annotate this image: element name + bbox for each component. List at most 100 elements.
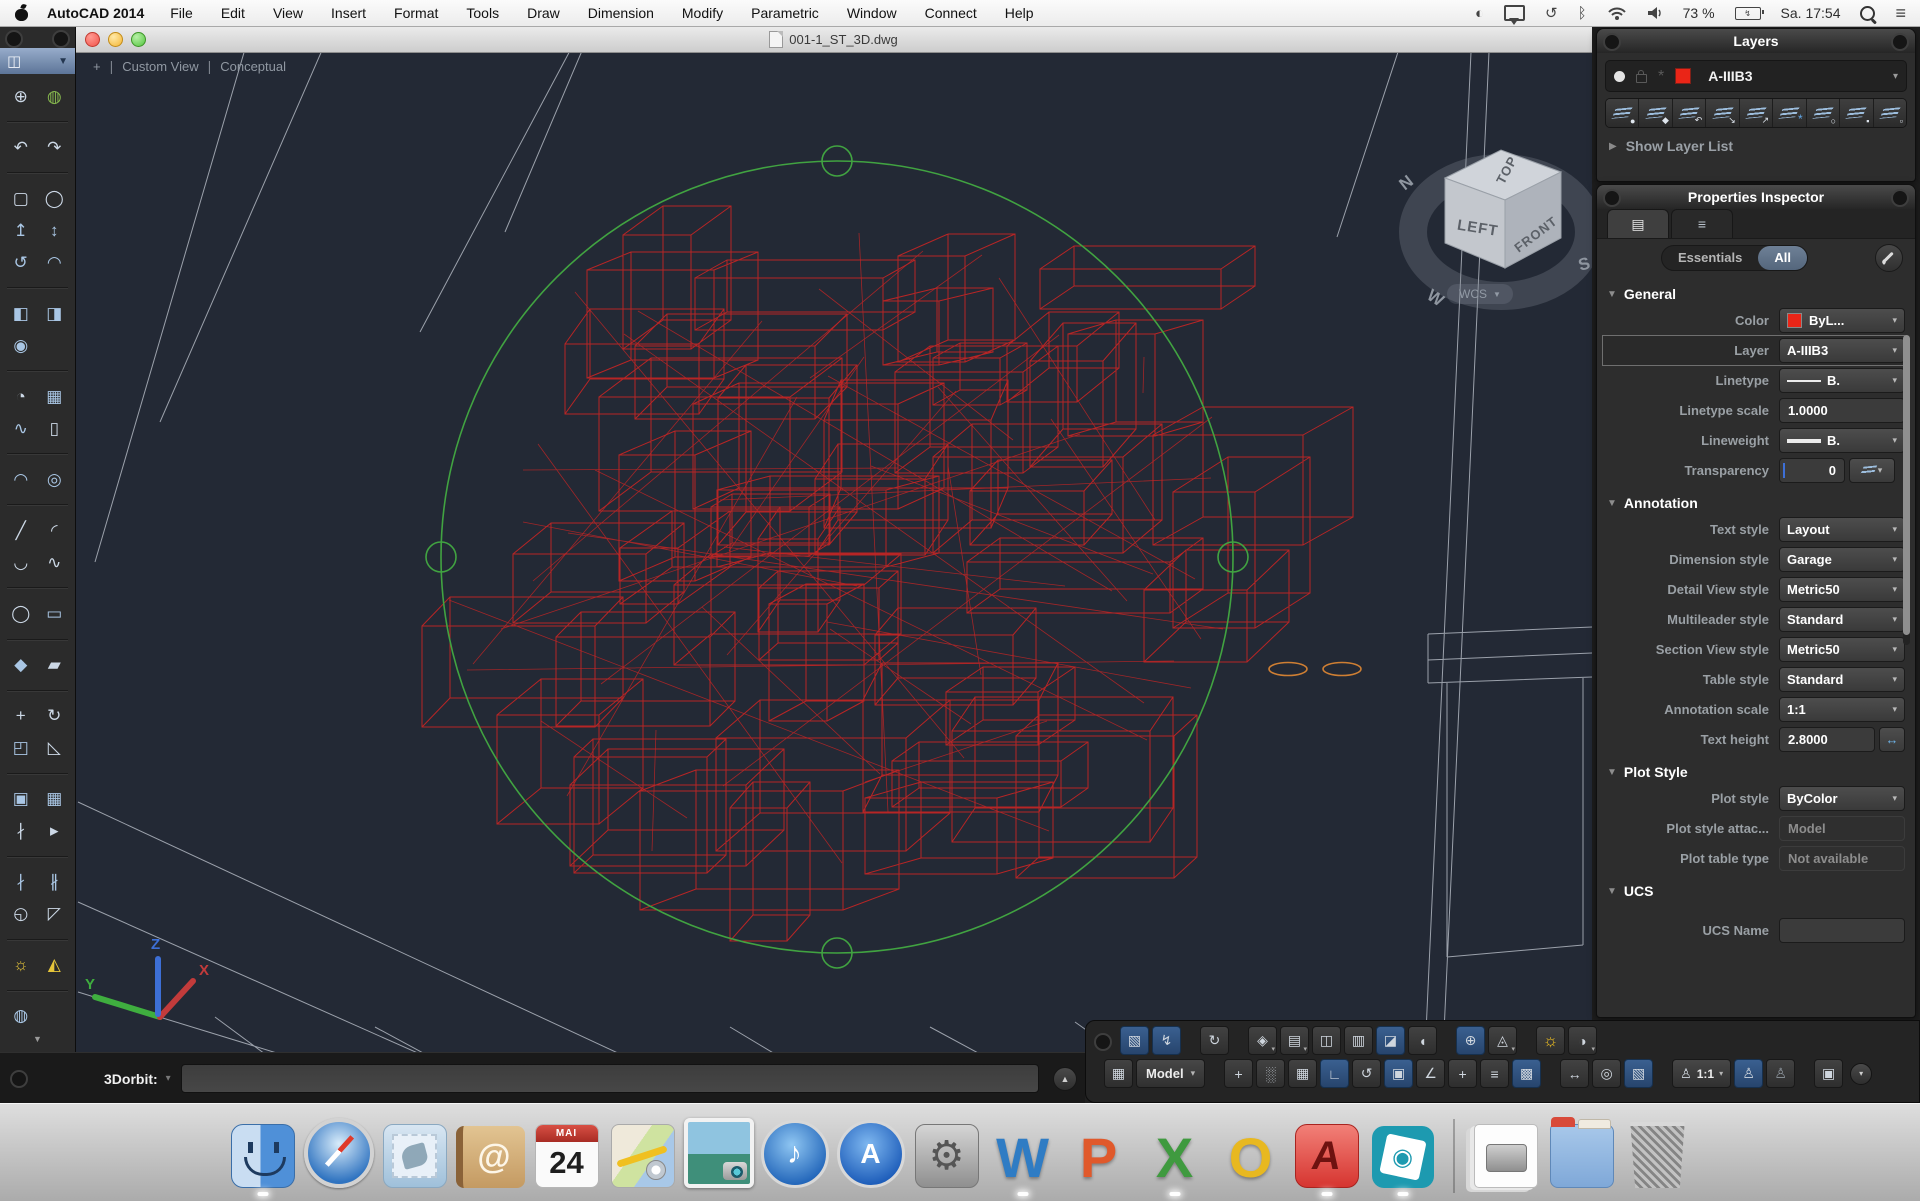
palette-tool-icon[interactable] <box>7 690 69 692</box>
palette-tool-icon[interactable]: ◧ <box>6 301 36 326</box>
dock-icon[interactable] <box>1546 1109 1617 1201</box>
dock-icon[interactable]: X <box>1139 1109 1210 1201</box>
chevron-down-icon[interactable]: ▾ <box>1893 71 1898 82</box>
palette-tool-icon[interactable]: ◵ <box>6 902 36 927</box>
status-icon[interactable]: + <box>1448 1059 1477 1088</box>
section-annotation[interactable]: ▼ Annotation <box>1597 486 1915 514</box>
apple-menu-icon[interactable] <box>14 6 29 21</box>
palette-tool-icon[interactable]: ╱ <box>6 518 36 543</box>
palette-tool-icon[interactable] <box>7 639 69 641</box>
status-icon[interactable] <box>1232 1027 1245 1054</box>
status-icon[interactable]: ∠ <box>1416 1059 1445 1088</box>
annotation-scale-dropdown[interactable]: 1:1 ▾ <box>1779 697 1905 722</box>
layer-tool-button[interactable]: ▫ <box>1874 99 1906 127</box>
palette-tool-icon[interactable]: ↺ <box>6 250 36 275</box>
palette-tool-icon[interactable]: ▰ <box>39 653 69 678</box>
dock-icon[interactable] <box>1443 1109 1465 1201</box>
dock-icon[interactable]: A <box>1291 1109 1362 1201</box>
menu-item[interactable]: Help <box>1005 5 1034 21</box>
annotation-scale-button[interactable]: ♙ 1:1 ▾ <box>1672 1059 1731 1088</box>
palette-tool-icon[interactable] <box>7 856 69 858</box>
plot-style-dropdown[interactable]: ByColor ▾ <box>1779 786 1905 811</box>
palette-circle-button[interactable] <box>10 1070 28 1088</box>
color-dropdown[interactable]: ByL... ▾ <box>1779 308 1905 333</box>
status-icon[interactable]: ▦ <box>1104 1059 1133 1088</box>
palette-tool-icon[interactable]: ◰ <box>6 736 36 761</box>
command-history-button[interactable]: ▲ <box>1053 1067 1077 1091</box>
app-menu-title[interactable]: AutoCAD 2014 <box>47 5 144 21</box>
view-cube[interactable]: N W S TOP LEFT FRONT <box>1393 140 1592 370</box>
palette-circle-button[interactable] <box>1891 33 1909 51</box>
dock-icon[interactable]: ⚙ <box>911 1109 982 1201</box>
dock-icon[interactable] <box>607 1109 678 1201</box>
layer-freeze-icon[interactable]: * <box>1658 68 1664 86</box>
properties-inspector-title[interactable]: Properties Inspector <box>1597 185 1915 209</box>
palette-tool-icon[interactable]: ☼ <box>6 953 36 978</box>
dock-icon[interactable]: ♪ <box>759 1109 830 1201</box>
palette-tool-icon[interactable]: ∦ <box>39 870 69 895</box>
palette-tool-icon[interactable]: ▣ <box>6 787 36 812</box>
notification-center-icon[interactable]: ≡ <box>1895 3 1906 24</box>
text-height-pick-button[interactable]: ↔ <box>1879 727 1905 752</box>
menu-item[interactable]: View <box>273 5 303 21</box>
palette-scroll-down-icon[interactable]: ▼ <box>0 1034 75 1052</box>
multileader-style-dropdown[interactable]: Standard ▾ <box>1779 607 1905 632</box>
palette-tool-icon[interactable]: ↕ <box>39 218 69 243</box>
filter-all[interactable]: All <box>1758 246 1807 270</box>
palette-tool-icon[interactable]: ◍ <box>6 1004 36 1029</box>
tool-set-selector[interactable]: ◫ ▼ <box>0 48 75 74</box>
status-icon[interactable] <box>1440 1027 1453 1054</box>
dock-icon[interactable]: O <box>1215 1109 1286 1201</box>
menu-item[interactable]: File <box>170 5 193 21</box>
palette-tool-icon[interactable] <box>7 587 69 589</box>
status-icon[interactable]: ◫ <box>1312 1026 1341 1055</box>
detail-view-style-dropdown[interactable]: Metric50 ▾ <box>1779 577 1905 602</box>
dock-icon[interactable]: ◉ <box>1367 1109 1438 1201</box>
palette-tool-icon[interactable]: ↻ <box>39 704 69 729</box>
dock-icon[interactable]: @ <box>455 1109 526 1201</box>
tab-properties[interactable]: ▤ <box>1607 209 1669 238</box>
menu-item[interactable]: Edit <box>221 5 245 21</box>
volume-icon[interactable] <box>1647 6 1663 20</box>
viewport-visual-style-control[interactable]: Conceptual <box>220 59 286 74</box>
status-icon[interactable]: ▣ <box>1384 1059 1413 1088</box>
layer-tool-button[interactable]: ↶ <box>1673 99 1706 127</box>
dimension-style-dropdown[interactable]: Garage ▾ <box>1779 547 1905 572</box>
layer-tool-button[interactable]: ↗ <box>1740 99 1773 127</box>
palette-tool-icon[interactable]: ▸ <box>39 819 69 844</box>
time-machine-icon[interactable]: ↺ <box>1545 4 1558 22</box>
dock-icon[interactable]: MAI 24 <box>531 1109 602 1201</box>
menu-item[interactable]: Dimension <box>588 5 654 21</box>
palette-tool-icon[interactable] <box>39 333 69 358</box>
status-icon[interactable]: ▦ <box>1288 1059 1317 1088</box>
lineweight-dropdown[interactable]: B. ▾ <box>1779 428 1905 453</box>
palette-tool-icon[interactable]: ◎ <box>39 467 69 492</box>
dock-icon[interactable] <box>379 1109 450 1201</box>
section-plot-style[interactable]: ▼ Plot Style <box>1597 755 1915 783</box>
viewport-plus-control[interactable]: + <box>93 59 101 74</box>
palette-tool-icon[interactable] <box>7 172 69 174</box>
palette-tool-icon[interactable] <box>7 990 69 992</box>
wireframe-model[interactable] <box>75 52 1592 1052</box>
scrollbar[interactable] <box>1903 335 1910 645</box>
palette-tool-icon[interactable]: ◠ <box>6 467 36 492</box>
wcs-selector[interactable]: WCS ▼ <box>1447 284 1513 304</box>
palette-tool-icon[interactable]: ◨ <box>39 301 69 326</box>
menu-item[interactable]: Window <box>847 5 897 21</box>
layer-color-swatch[interactable] <box>1675 68 1691 84</box>
model-space-button[interactable]: Model ▾ <box>1136 1059 1205 1088</box>
status-icon[interactable]: ⊕ <box>1456 1026 1485 1055</box>
section-view-style-dropdown[interactable]: Metric50 ▾ <box>1779 637 1905 662</box>
layer-lock-icon[interactable] <box>1636 74 1647 83</box>
palette-tool-icon[interactable]: ◍ <box>39 84 69 109</box>
status-icon[interactable]: ▧ <box>1624 1059 1653 1088</box>
status-icon[interactable] <box>1520 1027 1533 1054</box>
status-icon[interactable]: ▥ <box>1344 1026 1373 1055</box>
menu-item[interactable]: Insert <box>331 5 366 21</box>
palette-tool-icon[interactable]: ▢ <box>6 186 36 211</box>
layers-panel-title[interactable]: Layers <box>1597 29 1915 53</box>
eyedropper-button[interactable] <box>1875 244 1903 272</box>
dock-icon[interactable] <box>303 1109 374 1201</box>
palette-tool-icon[interactable]: ▦ <box>39 384 69 409</box>
palette-tool-icon[interactable]: ◠ <box>39 250 69 275</box>
